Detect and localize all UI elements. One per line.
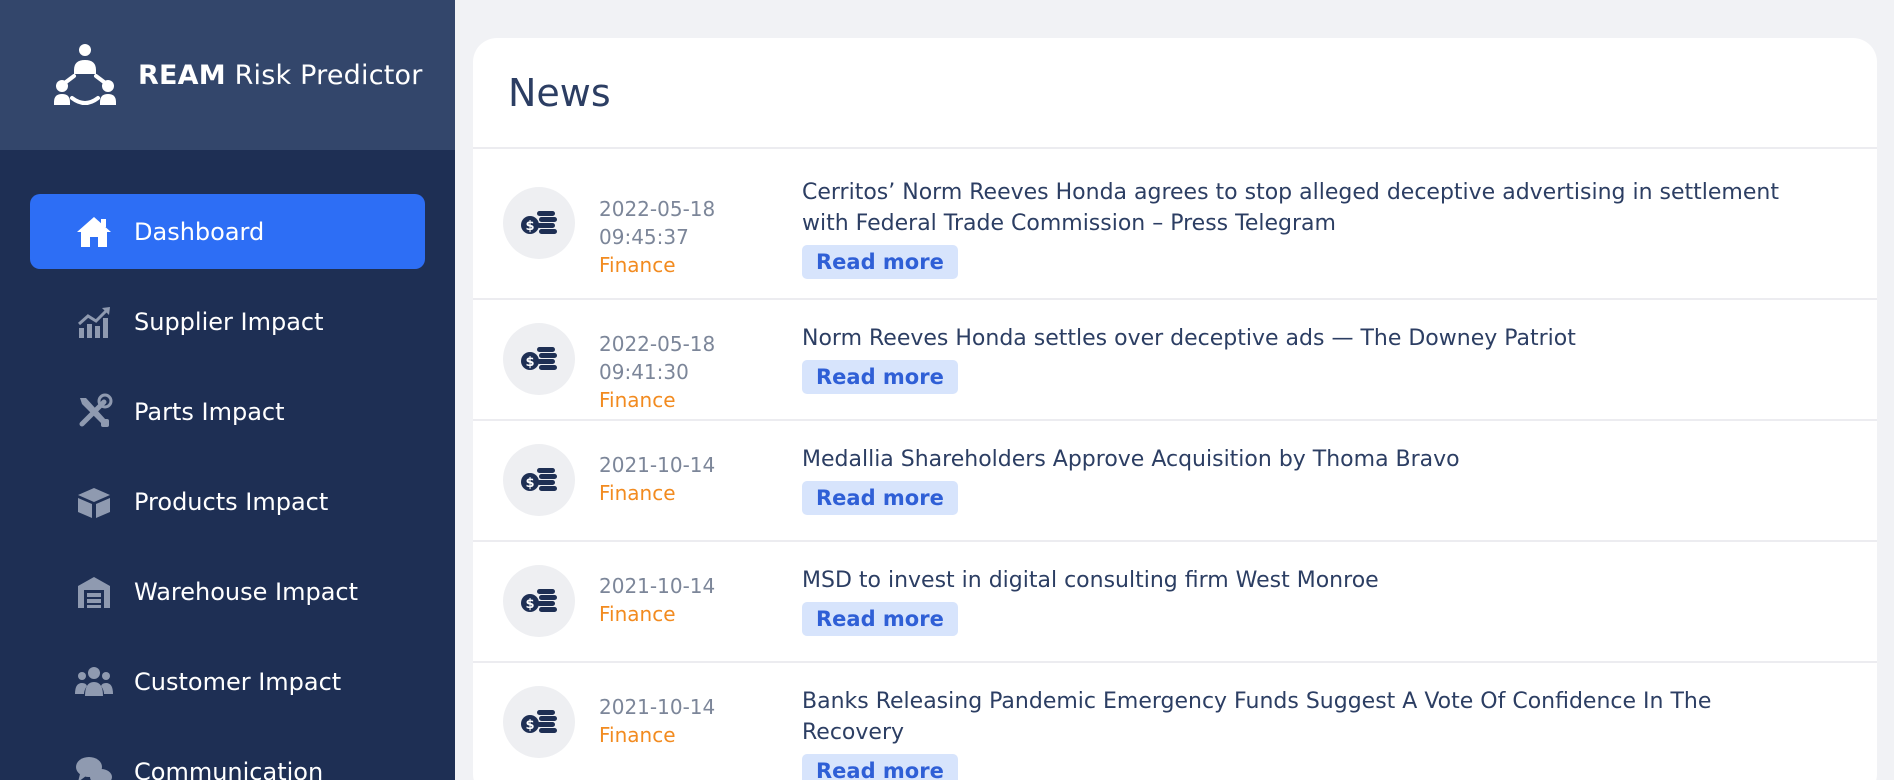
news-item: $ 2022-05-18 09:41:30 Finance Norm Reeve…	[473, 300, 1877, 421]
read-more-button[interactable]: Read more	[802, 754, 958, 780]
sidebar-item-label: Parts Impact	[134, 397, 285, 426]
tools-icon	[74, 392, 114, 432]
news-date: 2021-10-14	[599, 695, 716, 719]
sidebar: REAM Risk Predictor Dashboard Supplier I…	[0, 0, 455, 780]
coins-icon: $	[503, 686, 575, 758]
news-body: Banks Releasing Pandemic Emergency Funds…	[802, 686, 1877, 780]
users-icon	[74, 662, 114, 702]
news-date: 2022-05-18 09:45:37	[599, 197, 716, 249]
sidebar-item-parts-impact[interactable]: Parts Impact	[30, 374, 425, 449]
news-card: News $ 2022-05-18 09:45:37 Finance Cerri…	[473, 38, 1877, 780]
box-icon	[74, 482, 114, 522]
svg-text:$: $	[525, 718, 534, 733]
sidebar-item-dashboard[interactable]: Dashboard	[30, 194, 425, 269]
read-more-button[interactable]: Read more	[802, 481, 958, 515]
news-item: $ 2021-10-14 Finance Banks Releasing Pan…	[473, 663, 1877, 780]
page-title: News	[473, 38, 1877, 149]
news-meta: 2021-10-14 Finance	[599, 572, 802, 628]
news-title[interactable]: MSD to invest in digital consulting firm…	[802, 565, 1817, 596]
svg-text:$: $	[525, 597, 534, 612]
sidebar-item-products-impact[interactable]: Products Impact	[30, 464, 425, 539]
news-body: MSD to invest in digital consulting firm…	[802, 565, 1877, 636]
news-category: Finance	[599, 723, 676, 747]
sidebar-item-label: Communication	[134, 757, 324, 780]
sidebar-item-label: Products Impact	[134, 487, 329, 516]
sidebar-item-label: Dashboard	[134, 217, 265, 246]
sidebar-item-supplier-impact[interactable]: Supplier Impact	[30, 284, 425, 359]
news-date: 2021-10-14	[599, 574, 716, 598]
news-date: 2022-05-18 09:41:30	[599, 332, 716, 384]
coins-icon: $	[503, 323, 575, 395]
sidebar-item-label: Supplier Impact	[134, 307, 324, 336]
read-more-button[interactable]: Read more	[802, 245, 958, 279]
sidebar-item-label: Warehouse Impact	[134, 577, 359, 606]
news-body: Norm Reeves Honda settles over deceptive…	[802, 323, 1877, 394]
coins-icon: $	[503, 187, 575, 259]
comments-icon	[74, 752, 114, 780]
warehouse-icon	[74, 572, 114, 612]
news-item: $ 2021-10-14 Finance Medallia Shareholde…	[473, 421, 1877, 542]
news-meta: 2022-05-18 09:41:30 Finance	[599, 330, 802, 414]
svg-text:$: $	[525, 476, 534, 491]
sidebar-item-label: Customer Impact	[134, 667, 342, 696]
news-title[interactable]: Norm Reeves Honda settles over deceptive…	[802, 323, 1817, 354]
news-meta: 2021-10-14 Finance	[599, 451, 802, 507]
news-meta: 2022-05-18 09:45:37 Finance	[599, 195, 802, 279]
news-category: Finance	[599, 602, 676, 626]
news-body: Medallia Shareholders Approve Acquisitio…	[802, 444, 1877, 515]
news-category: Finance	[599, 481, 676, 505]
news-body: Cerritos’ Norm Reeves Honda agrees to st…	[802, 177, 1877, 279]
brand-header[interactable]: REAM Risk Predictor	[0, 0, 455, 150]
news-title[interactable]: Cerritos’ Norm Reeves Honda agrees to st…	[802, 177, 1817, 239]
coins-icon: $	[503, 565, 575, 637]
home-icon	[74, 212, 114, 252]
chart-line-icon	[74, 302, 114, 342]
app-title: REAM Risk Predictor	[138, 59, 423, 91]
read-more-button[interactable]: Read more	[802, 360, 958, 394]
read-more-button[interactable]: Read more	[802, 602, 958, 636]
sidebar-item-warehouse-impact[interactable]: Warehouse Impact	[30, 554, 425, 629]
news-category: Finance	[599, 253, 676, 277]
news-item: $ 2022-05-18 09:45:37 Finance Cerritos’ …	[473, 149, 1877, 300]
news-title[interactable]: Medallia Shareholders Approve Acquisitio…	[802, 444, 1817, 475]
news-title[interactable]: Banks Releasing Pandemic Emergency Funds…	[802, 686, 1817, 748]
news-meta: 2021-10-14 Finance	[599, 693, 802, 749]
logo-icon	[54, 44, 116, 105]
sidebar-item-customer-impact[interactable]: Customer Impact	[30, 644, 425, 719]
sidebar-item-communication[interactable]: Communication	[30, 734, 425, 780]
news-date: 2021-10-14	[599, 453, 716, 477]
news-item: $ 2021-10-14 Finance MSD to invest in di…	[473, 542, 1877, 663]
svg-text:$: $	[525, 219, 534, 234]
sidebar-nav: Dashboard Supplier Impact Parts Impact P…	[0, 150, 455, 780]
coins-icon: $	[503, 444, 575, 516]
svg-text:$: $	[525, 355, 534, 370]
news-category: Finance	[599, 388, 676, 412]
